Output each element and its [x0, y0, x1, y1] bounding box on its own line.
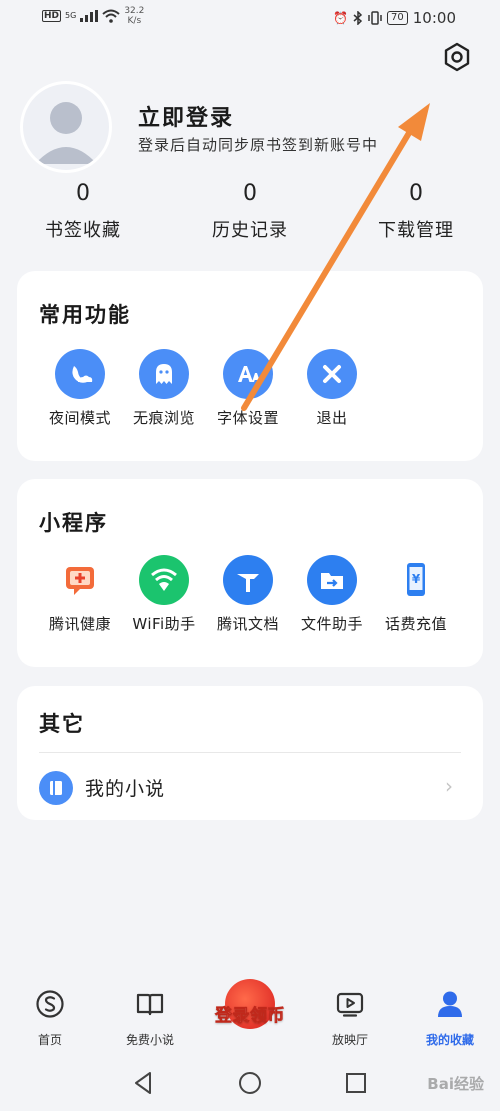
fn-label: 字体设置	[216, 409, 279, 427]
clock: 10:00	[412, 9, 456, 27]
others-card: 其它 我的小说 ›	[17, 686, 483, 820]
stat-value: 0	[243, 181, 257, 206]
section-title: 常用功能	[39, 303, 131, 327]
close-icon	[307, 349, 357, 399]
avatar[interactable]	[23, 84, 109, 170]
stat-history[interactable]: 0 历史记录	[190, 180, 310, 242]
stat-value: 0	[409, 181, 423, 206]
login-title[interactable]: 立即登录	[138, 100, 234, 132]
network-type: 5G	[65, 11, 77, 20]
wifi-icon	[102, 9, 120, 23]
section-title: 其它	[39, 712, 85, 736]
stat-bookmarks[interactable]: 0 书签收藏	[23, 180, 143, 242]
exit-button[interactable]: 退出	[290, 349, 374, 428]
fn-label: 话费充值	[384, 615, 447, 633]
book-icon	[39, 771, 73, 805]
nav-theater[interactable]: 放映厅	[310, 989, 390, 1048]
fn-label: 腾讯文档	[216, 615, 279, 633]
fn-label: 无痕浏览	[132, 409, 195, 427]
settings-button[interactable]	[440, 40, 474, 74]
fn-label: WiFi助手	[132, 615, 196, 633]
stat-downloads[interactable]: 0 下载管理	[356, 180, 476, 242]
recents-square-icon[interactable]	[342, 1069, 370, 1097]
back-triangle-icon[interactable]	[130, 1069, 158, 1097]
stats-row: 0 书签收藏 0 历史记录 0 下载管理	[0, 180, 500, 250]
night-mode-icon	[55, 349, 105, 399]
folder-icon	[307, 555, 357, 605]
network-speed: 32.2 K/s	[124, 6, 144, 26]
speed-unit: K/s	[127, 16, 142, 26]
phone-recharge-icon: ¥	[391, 555, 441, 605]
login-coins-promo[interactable]: 登录领币	[213, 979, 287, 1041]
bottom-nav: 首页 免费小说 登录领币 放映厅 我的收藏	[0, 975, 500, 1055]
phone-recharge-button[interactable]: ¥ 话费充值	[374, 555, 458, 634]
font-settings-button[interactable]: 字体设置	[206, 349, 290, 428]
my-novels-row[interactable]: 我的小说 ›	[17, 762, 483, 814]
battery-indicator: 70	[387, 11, 408, 25]
nav-label: 我的收藏	[425, 1033, 474, 1047]
promo-label: 登录领币	[215, 1006, 285, 1027]
divider	[39, 752, 461, 753]
nav-label: 放映厅	[331, 1033, 368, 1047]
nav-home[interactable]: 首页	[10, 989, 90, 1048]
signal-icon	[80, 10, 99, 22]
home-s-icon	[36, 990, 64, 1018]
chevron-right-icon: ›	[445, 774, 453, 798]
night-mode-button[interactable]: 夜间模式	[38, 349, 122, 428]
nav-my-favorites[interactable]: 我的收藏	[410, 989, 490, 1048]
mini-programs-card: 小程序 腾讯健康 WiFi助手 腾讯文档 文件助手 ¥ 话费充值	[17, 479, 483, 667]
file-assistant-button[interactable]: 文件助手	[290, 555, 374, 634]
fn-label: 腾讯健康	[48, 615, 111, 633]
fn-label: 退出	[316, 409, 348, 427]
stat-label: 历史记录	[212, 220, 288, 241]
watermark: Bai经验	[427, 1075, 484, 1093]
incognito-button[interactable]: 无痕浏览	[122, 349, 206, 428]
fn-label: 文件助手	[300, 615, 363, 633]
status-bar: HD 5G 32.2 K/s ⏰ 70 10:00	[0, 0, 500, 36]
open-book-icon	[136, 993, 164, 1016]
vibrate-icon	[368, 11, 382, 25]
status-left: HD 5G 32.2 K/s	[42, 6, 144, 26]
bluetooth-icon	[353, 11, 363, 25]
section-title: 小程序	[39, 511, 108, 535]
user-icon	[438, 991, 462, 1017]
my-novels-label: 我的小说	[85, 778, 166, 800]
wifi-assistant-button[interactable]: WiFi助手	[122, 555, 206, 634]
hd-indicator: HD	[42, 10, 62, 22]
ghost-icon	[139, 349, 189, 399]
speed-value: 32.2	[124, 6, 145, 16]
common-functions-card: 常用功能 夜间模式 无痕浏览 字体设置 退出	[17, 271, 483, 461]
stat-label: 书签收藏	[45, 220, 121, 241]
nav-label: 免费小说	[125, 1033, 174, 1047]
nav-label: 首页	[37, 1033, 62, 1047]
home-circle-icon[interactable]	[236, 1069, 264, 1097]
fn-label: 夜间模式	[48, 409, 111, 427]
stat-value: 0	[76, 181, 90, 206]
tencent-docs-button[interactable]: 腾讯文档	[206, 555, 290, 634]
tencent-health-button[interactable]: 腾讯健康	[38, 555, 122, 634]
alarm-icon: ⏰	[333, 11, 349, 25]
default-user-icon	[35, 102, 97, 164]
health-icon	[55, 555, 105, 605]
hexagon-settings-icon	[444, 42, 470, 72]
status-right: ⏰ 70 10:00	[333, 9, 456, 27]
nav-free-novels[interactable]: 免费小说	[110, 989, 190, 1048]
system-nav-bar: Bai经验	[0, 1055, 500, 1111]
svg-text:¥: ¥	[412, 572, 421, 586]
login-subtitle: 登录后自动同步原书签到新账号中	[138, 136, 379, 154]
video-play-icon	[336, 992, 364, 1017]
wifi-shield-icon	[139, 555, 189, 605]
docs-icon	[223, 555, 273, 605]
stat-label: 下载管理	[378, 220, 454, 241]
font-icon	[223, 349, 273, 399]
